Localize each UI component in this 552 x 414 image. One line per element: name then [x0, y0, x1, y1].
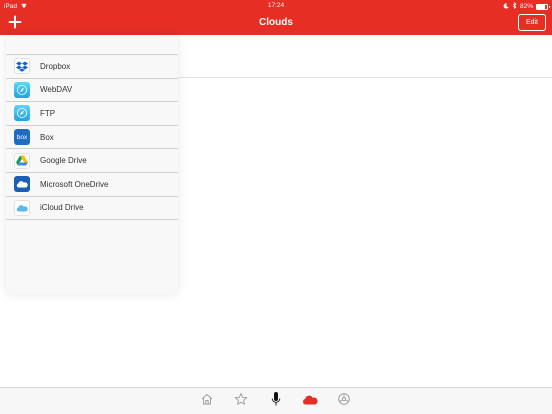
ftp-icon [14, 105, 30, 122]
menu-item-label: WebDAV [40, 85, 73, 95]
tab-favorites[interactable] [233, 392, 249, 411]
popover-arrow [7, 35, 23, 43]
menu-item-dropbox[interactable]: Dropbox [6, 55, 178, 79]
battery-level [537, 4, 546, 9]
bluetooth-icon [512, 1, 517, 11]
menu-item-label: Microsoft OneDrive [40, 179, 109, 189]
icloud-drive-icon [14, 199, 30, 216]
google-drive-icon [14, 152, 30, 169]
home-icon [200, 392, 214, 411]
menu-item-label: FTP [40, 108, 56, 118]
add-cloud-menu: Dropbox WebDAV FTP box Box Google Drive [6, 35, 178, 294]
dropbox-icon [14, 58, 30, 75]
box-icon-text: box [16, 133, 28, 141]
battery-percent: 82% [519, 3, 533, 10]
battery-icon [536, 3, 550, 10]
moon-icon [503, 2, 509, 11]
menu-item-ftp[interactable]: FTP [6, 102, 178, 126]
status-bar: iPad 17:24 82% [0, 0, 552, 12]
microphone-icon [269, 391, 283, 412]
menu-item-label: Dropbox [40, 61, 71, 71]
tab-home[interactable] [199, 393, 215, 409]
onedrive-icon [14, 176, 30, 193]
menu-item-label: Google Drive [40, 156, 87, 166]
status-time: 17:24 [267, 2, 285, 9]
menu-item-icloud-drive[interactable]: iCloud Drive [6, 196, 178, 221]
menu-item-google-drive[interactable]: Google Drive [6, 149, 178, 173]
settings-icon [337, 392, 351, 411]
menu-item-box[interactable]: box Box [6, 125, 178, 150]
cloud-service-list: Dropbox WebDAV FTP box Box Google Drive [6, 54, 178, 221]
tab-bar [0, 387, 552, 414]
tab-settings[interactable] [336, 392, 352, 411]
menu-item-onedrive[interactable]: Microsoft OneDrive [6, 172, 178, 197]
cloud-icon [302, 392, 318, 410]
box-icon: box [14, 129, 30, 146]
status-right: 82% [503, 1, 550, 11]
menu-item-label: iCloud Drive [40, 203, 84, 213]
webdav-icon [14, 81, 30, 98]
nav-bar: Clouds Edit [0, 12, 552, 35]
edit-button[interactable]: Edit [517, 14, 546, 31]
content-divider [178, 77, 552, 78]
star-icon [234, 392, 248, 411]
tab-clouds[interactable] [302, 393, 318, 409]
menu-item-label: Box [40, 132, 54, 142]
page-title: Clouds [259, 17, 293, 28]
menu-item-webdav[interactable]: WebDAV [6, 78, 178, 103]
tab-recorder[interactable] [268, 391, 284, 412]
